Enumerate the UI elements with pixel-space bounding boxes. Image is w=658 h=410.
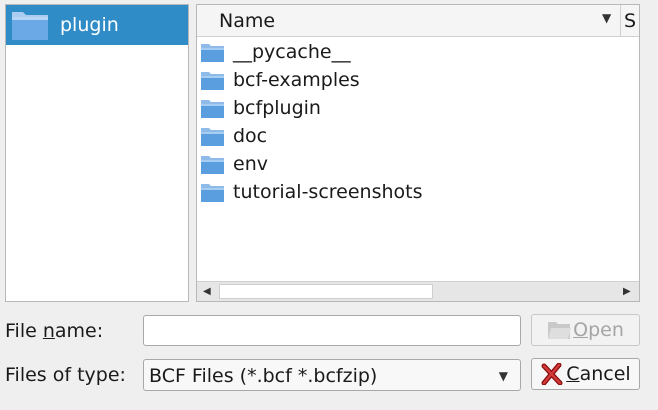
open-button[interactable]: Open	[531, 314, 640, 346]
list-item[interactable]: bcfplugin	[197, 94, 639, 122]
file-name-label: File name:	[5, 320, 104, 342]
file-type-value: BCF Files (*.bcf *.bcfzip)	[149, 365, 378, 387]
folder-icon	[201, 184, 224, 202]
file-name-input[interactable]	[143, 315, 521, 346]
cancel-button[interactable]: Cancel	[531, 358, 640, 390]
places-sidebar: plugin	[5, 4, 189, 302]
column-header-size[interactable]: S	[624, 10, 639, 32]
folder-icon	[201, 128, 224, 146]
file-name: env	[233, 153, 268, 175]
cancel-button-label: Cancel	[566, 363, 631, 385]
sidebar-item-label: plugin	[60, 14, 119, 36]
list-item[interactable]: tutorial-screenshots	[197, 178, 639, 206]
folder-icon	[12, 12, 48, 40]
column-header-name[interactable]: Name ▼	[197, 5, 621, 36]
sort-descending-icon: ▼	[602, 11, 612, 25]
file-rows: __pycache__ bcf-examples bcfplugin doc e…	[197, 38, 639, 206]
folder-icon	[201, 72, 224, 90]
scroll-right-icon[interactable]: ▶	[623, 286, 631, 297]
folder-icon	[201, 156, 224, 174]
file-name: tutorial-screenshots	[233, 181, 423, 203]
list-item[interactable]: bcf-examples	[197, 66, 639, 94]
close-icon	[541, 363, 563, 385]
scroll-left-icon[interactable]: ◀	[203, 286, 211, 297]
file-name: doc	[233, 125, 268, 147]
list-item[interactable]: env	[197, 150, 639, 178]
file-name: __pycache__	[233, 41, 351, 63]
folder-icon	[201, 100, 224, 118]
list-item[interactable]: doc	[197, 122, 639, 150]
file-name: bcf-examples	[233, 69, 360, 91]
file-name: bcfplugin	[233, 97, 321, 119]
folder-icon	[201, 44, 224, 62]
list-item[interactable]: __pycache__	[197, 38, 639, 66]
folder-open-icon	[548, 322, 572, 339]
file-type-label: Files of type:	[5, 364, 126, 386]
open-button-label: Open	[573, 319, 624, 341]
file-list-header: Name ▼ S	[197, 5, 639, 37]
horizontal-scrollbar[interactable]: ◀ ▶	[197, 281, 639, 301]
sidebar-item-plugin[interactable]: plugin	[6, 5, 188, 45]
file-type-select[interactable]: BCF Files (*.bcf *.bcfzip) ▼	[143, 359, 521, 391]
scrollbar-thumb[interactable]	[219, 284, 433, 299]
file-list-view[interactable]: Name ▼ S __pycache__ bcf-examples bcfplu…	[196, 4, 640, 302]
column-header-name-label: Name	[219, 10, 276, 32]
chevron-down-icon: ▼	[498, 369, 508, 383]
